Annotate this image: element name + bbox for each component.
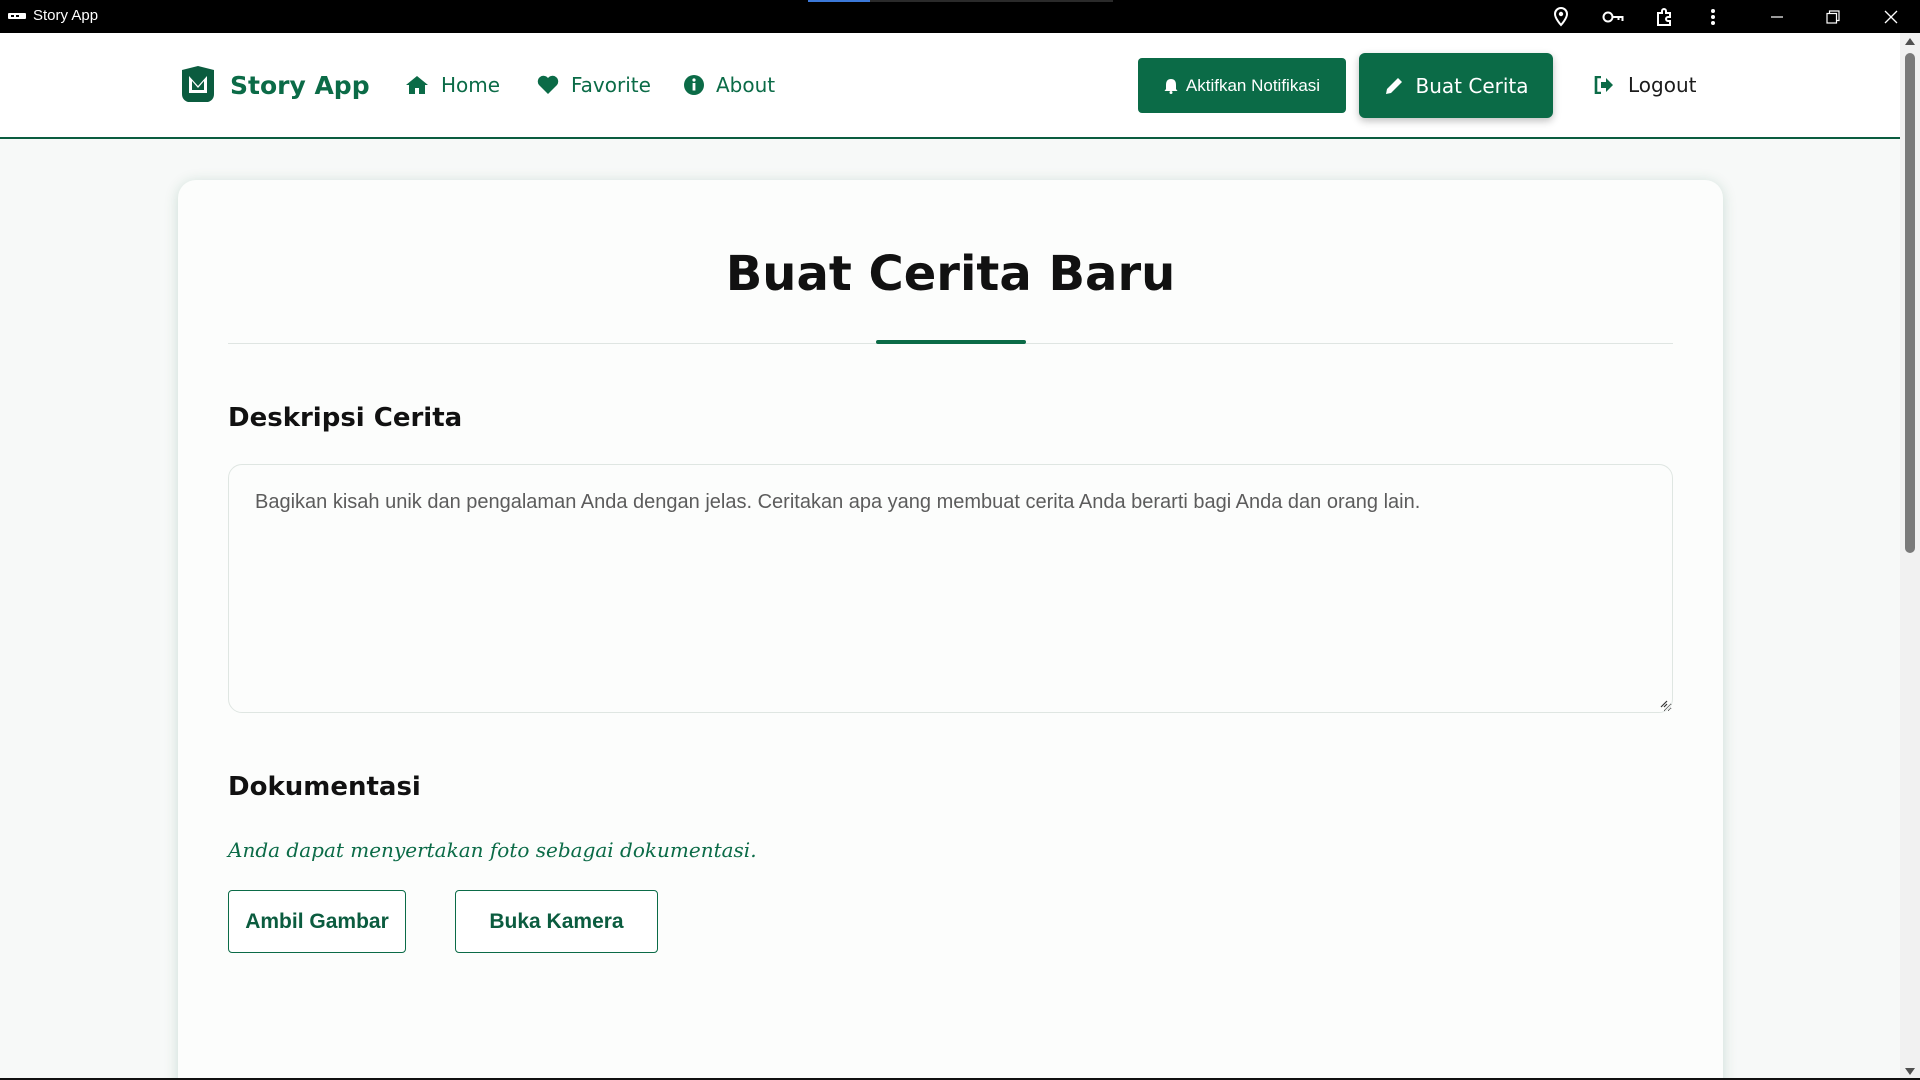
window-title: Story App	[33, 7, 99, 24]
nav-link-about-label: About	[716, 73, 776, 97]
logout-button[interactable]: Logout	[1594, 73, 1696, 97]
scrollbar-thumb[interactable]	[1905, 53, 1915, 553]
enable-notifications-label: Aktifkan Notifikasi	[1185, 75, 1321, 95]
more-menu-icon[interactable]	[1698, 4, 1728, 30]
create-story-card: Buat Cerita Baru Deskripsi Cerita Dokume…	[178, 180, 1723, 1080]
key-icon[interactable]	[1598, 4, 1628, 30]
nav-link-about[interactable]: About	[684, 73, 775, 97]
heart-icon	[537, 75, 559, 94]
restore-icon[interactable]	[1818, 4, 1848, 30]
location-icon[interactable]	[1546, 4, 1576, 30]
scroll-down-icon[interactable]	[1905, 1068, 1915, 1075]
description-heading: Deskripsi Cerita	[228, 403, 463, 433]
nav-link-favorite-label: Favorite	[571, 73, 651, 97]
minimize-icon[interactable]	[1762, 4, 1792, 30]
resize-grip-icon[interactable]	[1658, 698, 1668, 708]
create-story-button[interactable]: Buat Cerita	[1359, 53, 1553, 118]
create-story-label: Buat Cerita	[1415, 73, 1529, 98]
page-scrollbar[interactable]	[1900, 33, 1920, 1080]
nav-link-home-label: Home	[441, 73, 501, 97]
info-icon	[684, 75, 704, 95]
description-textarea[interactable]	[228, 464, 1673, 713]
close-icon[interactable]	[1876, 4, 1906, 30]
scroll-up-icon[interactable]	[1905, 38, 1915, 45]
brand-name: Story App	[230, 70, 370, 100]
loading-indicator	[808, 0, 1113, 2]
home-icon	[406, 76, 428, 94]
title-accent-bar	[876, 340, 1026, 344]
documentation-heading: Dokumentasi	[228, 772, 421, 802]
nav-link-home[interactable]: Home	[405, 73, 500, 97]
enable-notifications-button[interactable]: Aktifkan Notifikasi	[1138, 58, 1346, 113]
app-icon	[8, 13, 26, 19]
nav-link-favorite[interactable]: Favorite	[537, 73, 651, 97]
logout-label: Logout	[1628, 73, 1697, 97]
extensions-icon[interactable]	[1650, 4, 1680, 30]
window-title-bar: Story App	[0, 0, 1920, 37]
navbar: Story App Home Favorite About Aktifkan N…	[0, 33, 1900, 139]
bell-icon	[1164, 78, 1178, 94]
take-picture-button[interactable]: Ambil Gambar	[228, 890, 406, 953]
documentation-note: Anda dapat menyertakan foto sebagai doku…	[228, 838, 757, 862]
pencil-icon	[1385, 77, 1402, 94]
brand-logo-icon	[182, 66, 214, 102]
page-title: Buat Cerita Baru	[725, 246, 1176, 302]
brand[interactable]: Story App	[180, 66, 370, 104]
open-camera-button[interactable]: Buka Kamera	[455, 890, 658, 953]
logout-icon	[1594, 76, 1613, 94]
